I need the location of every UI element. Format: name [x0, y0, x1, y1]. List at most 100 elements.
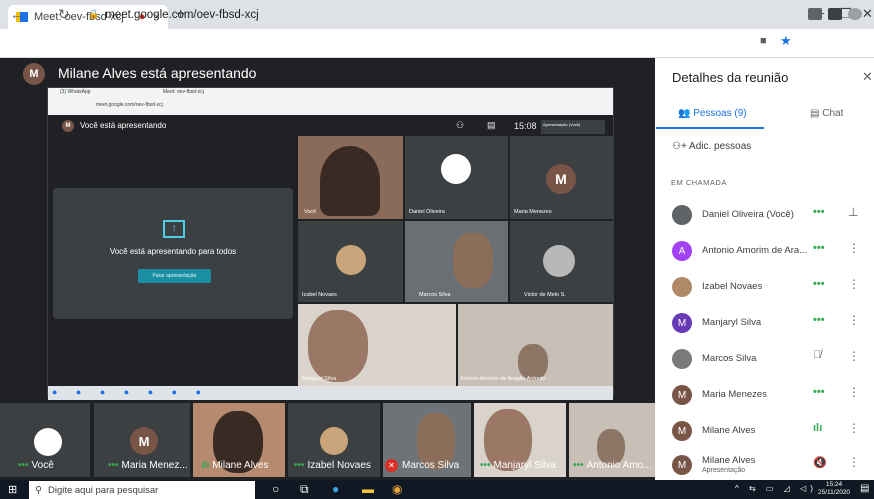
more-options-icon[interactable]: ⋮ [848, 421, 860, 435]
taskbar-search[interactable]: ⚲ Digite aqui para pesquisar [29, 481, 255, 499]
strip-label-maria: ••• Maria Menez... [108, 460, 188, 471]
participant-photo [543, 245, 575, 277]
bookmark-star-icon[interactable]: ★ [780, 33, 792, 49]
clock-date: 25/11/2020 [818, 489, 851, 496]
chat-icon: ▤ [810, 108, 823, 119]
tab-chat[interactable]: ▤ Chat [810, 108, 843, 119]
search-placeholder: Digite aqui para pesquisar [47, 484, 159, 496]
participant-name: Manjaryl Silva [702, 317, 762, 328]
shared-taskbar-icons: ● ● ● ● ● ● ● [52, 387, 210, 397]
presenter-avatar: M [23, 63, 45, 85]
file-explorer-icon[interactable]: ▬ [362, 482, 374, 496]
strip-label-you: ••• Você [18, 460, 54, 471]
strip-label-marcos: Marcos Silva [402, 460, 459, 471]
close-window-button[interactable]: ✕ [862, 6, 873, 22]
strip-name: Manjaryl Silva [493, 460, 556, 471]
puzzle-icon[interactable] [828, 8, 842, 20]
more-options-icon[interactable]: ⋮ [848, 277, 860, 291]
strip-name: Marcos Silva [402, 460, 460, 471]
url-field[interactable]: 🔒 meet.google.com/oev-fbsd-xcj [88, 5, 788, 24]
shared-tile-maria: M Maria Menezes [510, 136, 613, 219]
participant-name: Izabel Novaes [702, 281, 763, 292]
active-tab-indicator [656, 127, 764, 129]
back-icon[interactable]: ← [10, 6, 24, 22]
meeting-details-panel [655, 58, 874, 480]
speaking-indicator-icon: ••• [813, 242, 825, 254]
more-options-icon[interactable]: ⋮ [848, 349, 860, 363]
shared-people-icon: ⚇ [456, 120, 465, 130]
shared-badge-text: Apresentação (Você) [543, 122, 581, 127]
tab-chat-label: Chat [822, 108, 844, 119]
panel-title: Detalhes da reunião [672, 70, 789, 85]
participant-photo [336, 245, 366, 275]
add-people-button[interactable]: ⚇+ Adic. pessoas [672, 141, 751, 152]
more-options-icon[interactable]: ⋮ [848, 385, 860, 399]
url-text: meet.google.com/oev-fbsd-xcj [105, 8, 259, 21]
participant-name: Marcos Silva [702, 353, 757, 364]
forward-icon[interactable]: → [34, 6, 48, 22]
camera-icon[interactable]: ■ [760, 35, 767, 47]
participant-photo [34, 428, 62, 456]
tab-people[interactable]: 👥 Pessoas (9) [678, 108, 747, 119]
add-people-label: Adic. pessoas [689, 141, 752, 152]
tile-label: Victor de Melo S. [524, 292, 566, 298]
tile-label: Maria Menezes [514, 209, 552, 215]
strip-label-izabel: ••• Izabel Novaes [294, 460, 371, 471]
extension-icon[interactable] [808, 8, 822, 20]
participant-name: Daniel Oliveira (Você) [702, 209, 794, 220]
presenter-title: Milane Alves está apresentando [58, 65, 257, 81]
audio-active-icon: ılı [813, 422, 823, 434]
mic-muted-icon: ✕ [385, 459, 398, 472]
shared-presenting-avatar: M [62, 120, 74, 132]
more-options-icon[interactable]: ⋮ [848, 241, 860, 255]
mic-off-icon: 🎙̸ [813, 349, 822, 361]
task-view-icon[interactable]: ⧉ [300, 482, 309, 497]
participant-avatar [672, 277, 692, 297]
participant-name: Antonio Amorim de Ara... [702, 245, 808, 256]
shared-tab-whatsapp: (3) WhatsApp [60, 89, 91, 95]
participant-avatar: A [672, 241, 692, 261]
pin-icon[interactable]: ⊥ [848, 205, 858, 219]
participant-avatar: M [672, 455, 692, 475]
more-options-icon[interactable]: ⋮ [848, 455, 860, 469]
tile-label: Izabel Novaes [302, 292, 337, 298]
chrome-icon[interactable]: ◉ [392, 482, 402, 496]
participant-photo [518, 344, 548, 380]
clock-time: 15:24 [825, 481, 843, 488]
strip-label-milane: ılı Milane Alves [201, 460, 269, 471]
address-bar [0, 29, 874, 58]
shared-chat-icon: ▤ [487, 120, 496, 130]
participant-avatar: M [672, 421, 692, 441]
strip-name: Você [31, 460, 54, 471]
presenting-card-text: Você está apresentando para todos [109, 247, 237, 256]
participant-photo [453, 233, 493, 288]
tile-label: Daniel Oliveira [409, 209, 445, 215]
taskbar-clock[interactable]: 15:24 25/11/2020 [818, 481, 850, 497]
profile-avatar-icon[interactable] [848, 8, 862, 20]
reload-icon[interactable]: ↻ [58, 6, 70, 23]
notifications-icon[interactable]: ▤ [860, 483, 869, 494]
tile-label: Manjaryl Silva [302, 376, 337, 382]
tile-label: Marcos Silva [419, 292, 451, 298]
speaking-indicator-icon: ••• [813, 386, 825, 398]
shared-tile-daniel: Daniel Oliveira [405, 136, 508, 219]
cortana-icon[interactable]: ○ [272, 482, 279, 496]
present-screen-icon: ↑ [163, 220, 185, 238]
participant-name: Maria Menezes [702, 389, 767, 400]
strip-label-manjaryl: ••• Manjaryl Silva [480, 460, 556, 471]
participant-photo [320, 427, 348, 455]
panel-close-icon[interactable]: ✕ [862, 69, 873, 85]
participant-photo [320, 146, 380, 216]
more-options-icon[interactable]: ⋮ [848, 313, 860, 327]
shared-presenting-text: Você está apresentando [80, 121, 167, 130]
in-call-section-label: EM CHAMADA [671, 178, 727, 187]
participant-name: Milane Alves [702, 455, 756, 466]
edge-icon[interactable]: ● [332, 482, 339, 496]
shared-url: meet.google.com/oev-fbsd-xcj [96, 102, 163, 108]
tile-label: Antonio Amorim de Aragão Antonio [460, 376, 546, 382]
windows-start-icon[interactable]: ⊞ [8, 483, 17, 496]
shared-tile-victor: Victor de Melo S. [510, 221, 613, 302]
system-tray-icons[interactable]: ^ ⇆ ▭ ◿ ◁) [735, 484, 817, 493]
shared-presentation-badge: Apresentação (Você) [541, 120, 605, 134]
participant-name: Milane Alves [702, 425, 756, 436]
